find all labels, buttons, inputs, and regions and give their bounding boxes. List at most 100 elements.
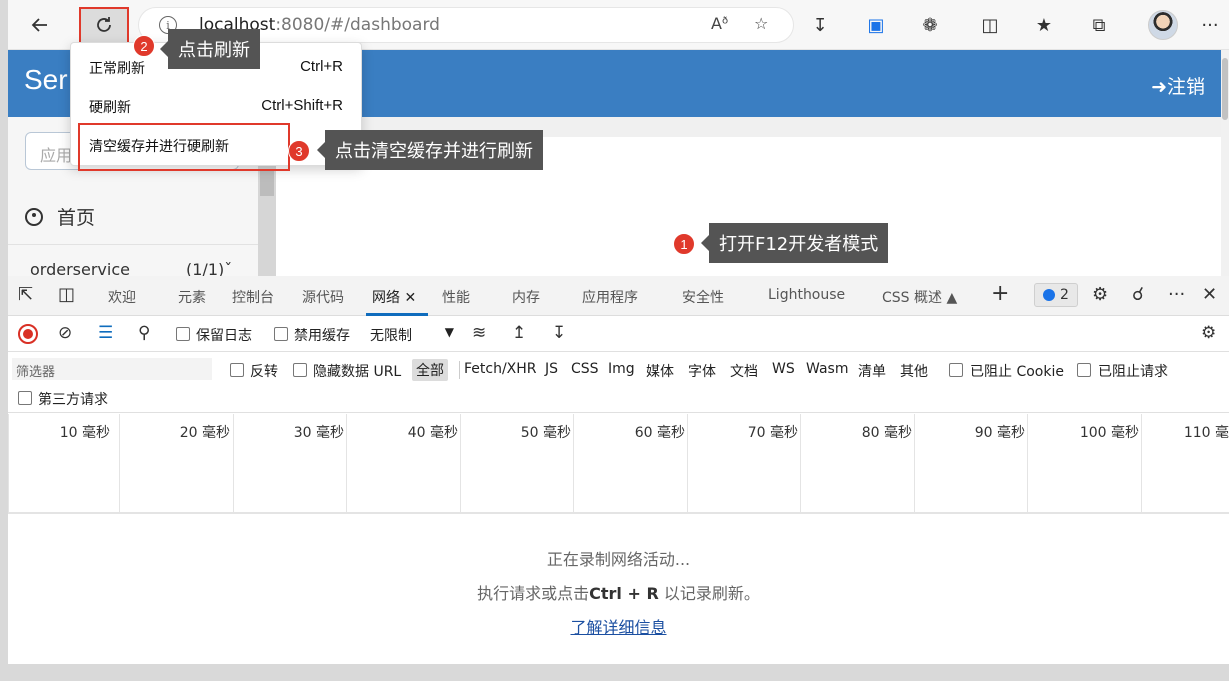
tick-label: 70 毫秒 — [747, 425, 798, 441]
tab-application[interactable]: 应用程序 — [582, 287, 638, 307]
profile-avatar[interactable] — [1148, 10, 1178, 40]
type-filter-css[interactable]: CSS — [571, 361, 599, 377]
third-party-label: 第三方请求 — [38, 392, 108, 408]
tab-console[interactable]: 控制台 — [232, 287, 274, 307]
devtools-tab-bar: ⇱ ◫ 欢迎 元素 控制台 源代码 网络 ✕ 性能 内存 应用程序 安全性 Li… — [8, 276, 1229, 316]
network-overview-timeline[interactable]: 10 毫秒 20 毫秒 30 毫秒 40 毫秒 50 毫秒 60 毫秒 70 毫… — [8, 414, 1229, 514]
type-filter-media[interactable]: 媒体 — [646, 361, 674, 381]
invert-label: 反转 — [250, 364, 278, 380]
upload-har-icon[interactable]: ↥ — [512, 323, 526, 343]
inspect-element-icon[interactable]: ⇱ — [18, 284, 33, 305]
wifi-conditions-icon[interactable]: ≋ — [472, 323, 486, 343]
type-filter-other[interactable]: 其他 — [900, 361, 928, 381]
menu-item-label: 正常刷新 — [89, 61, 145, 77]
type-filter-all[interactable]: 全部 — [412, 359, 448, 381]
refresh-icon — [97, 17, 111, 32]
filter-icon[interactable]: ☰ — [98, 323, 113, 343]
issues-count: 2 — [1060, 287, 1069, 303]
tab-network-label: 网络 — [372, 290, 400, 306]
extensions-puzzle-icon[interactable]: ❁ — [914, 9, 946, 41]
menu-item-hard-refresh[interactable]: 硬刷新 Ctrl+Shift+R — [71, 87, 363, 125]
grid-line — [687, 414, 688, 514]
invert-checkbox[interactable] — [230, 363, 244, 377]
download-har-icon[interactable]: ↧ — [552, 323, 566, 343]
blocked-requests-checkbox[interactable] — [1077, 363, 1091, 377]
read-aloud-icon[interactable]: Aᶞ — [711, 14, 729, 33]
dropdown-arrow-icon: ▼ — [444, 325, 454, 339]
page-scroll-thumb[interactable] — [1222, 58, 1228, 120]
record-button[interactable] — [18, 324, 38, 344]
extension-z-icon[interactable]: ▣ — [860, 9, 892, 41]
device-emulation-icon[interactable]: ◫ — [58, 284, 75, 305]
grid-line — [8, 414, 9, 514]
callout-tip-2: 点击刷新 — [160, 29, 260, 69]
type-filter-img[interactable]: Img — [608, 361, 635, 377]
third-party-checkbox[interactable] — [18, 391, 32, 405]
hide-data-url-checkbox[interactable] — [293, 363, 307, 377]
disable-cache-checkbox[interactable] — [274, 327, 288, 341]
dashboard-gauge-icon — [25, 207, 43, 226]
throttle-select[interactable]: 无限制 ▼ — [364, 322, 456, 346]
type-filter-font[interactable]: 字体 — [688, 361, 716, 381]
refresh-hint: 执行请求或点击Ctrl + R 以记录刷新。 — [477, 584, 760, 603]
type-filter-ws[interactable]: WS — [772, 361, 795, 377]
grid-line — [346, 414, 347, 514]
logout-label[interactable]: 注销 — [1167, 76, 1205, 98]
tab-elements[interactable]: 元素 — [178, 287, 206, 307]
tab-welcome[interactable]: 欢迎 — [108, 287, 136, 307]
favorite-add-icon[interactable]: ☆ — [754, 14, 768, 33]
preserve-log-label: 保留日志 — [196, 328, 252, 344]
sidebar-item-home[interactable]: 首页 — [25, 203, 95, 230]
callout-tip-3: 点击清空缓存并进行刷新 — [317, 130, 543, 170]
more-menu-icon[interactable]: ··· — [1194, 9, 1226, 41]
tab-css-overview-label: CSS 概述 — [882, 290, 942, 306]
callout-tip-1: 打开F12开发者模式 — [700, 223, 889, 263]
grid-line — [460, 414, 461, 514]
brand-title: Ser — [24, 64, 68, 95]
callout-badge-2: 2 — [133, 35, 155, 57]
search-icon[interactable]: ⚲ — [138, 323, 150, 343]
customize-devtools-icon[interactable]: ☌ — [1132, 284, 1144, 305]
logout-link[interactable]: ➜注销 — [1151, 72, 1205, 99]
menu-highlight-box — [78, 123, 290, 171]
more-options-icon[interactable]: ··· — [1168, 284, 1185, 305]
tab-security[interactable]: 安全性 — [682, 287, 724, 307]
settings-gear-icon[interactable]: ⚙ — [1092, 284, 1108, 305]
throttle-value: 无限制 — [370, 328, 412, 344]
blocked-cookies-checkbox[interactable] — [949, 363, 963, 377]
download-icon[interactable]: ↧ — [804, 9, 836, 41]
collections-icon[interactable]: ⧉ — [1083, 9, 1115, 41]
sidebar-scroll-thumb[interactable] — [260, 170, 274, 196]
grid-line — [573, 414, 574, 514]
sidebar-item-count[interactable]: (1/1)ˇ — [186, 260, 232, 276]
blocked-requests-label: 已阻止请求 — [1098, 364, 1168, 380]
tab-memory[interactable]: 内存 — [512, 287, 540, 307]
preserve-log-checkbox[interactable] — [176, 327, 190, 341]
tab-css-overview[interactable]: CSS 概述 ▲ — [882, 287, 957, 307]
type-filter-fetch-xhr[interactable]: Fetch/XHR — [464, 361, 537, 377]
split-screen-icon[interactable]: ◫ — [974, 9, 1006, 41]
back-button[interactable] — [24, 9, 56, 41]
filter-input[interactable]: 筛选器 — [12, 358, 212, 380]
tick-label: 80 毫秒 — [861, 425, 912, 441]
learn-more-link[interactable]: 了解详细信息 — [8, 614, 1229, 638]
tab-lighthouse[interactable]: Lighthouse — [768, 287, 845, 303]
type-filter-js[interactable]: JS — [545, 361, 558, 377]
tab-performance[interactable]: 性能 — [442, 287, 470, 307]
close-tab-icon[interactable]: ✕ — [404, 290, 416, 306]
tab-network[interactable]: 网络 ✕ — [372, 287, 416, 307]
network-settings-icon[interactable]: ⚙ — [1201, 323, 1216, 343]
type-filter-wasm[interactable]: Wasm — [806, 361, 848, 377]
favorites-icon[interactable]: ★ — [1028, 9, 1060, 41]
type-filter-manifest[interactable]: 清单 — [858, 361, 886, 381]
tab-sources[interactable]: 源代码 — [302, 287, 344, 307]
issues-badge[interactable]: 2 — [1034, 283, 1078, 307]
add-tab-icon[interactable]: + — [991, 281, 1009, 306]
refresh-button[interactable] — [88, 9, 120, 41]
clear-icon[interactable]: ⊘ — [58, 323, 72, 343]
network-toolbar: ⊘ ☰ ⚲ 保留日志 禁用缓存 无限制 ▼ ≋ ↥ ↧ ⚙ — [8, 316, 1229, 352]
tick-label: 100 毫秒 — [1079, 425, 1139, 441]
close-devtools-icon[interactable]: ✕ — [1202, 284, 1217, 305]
disable-cache-label: 禁用缓存 — [294, 328, 350, 344]
type-filter-doc[interactable]: 文档 — [730, 361, 758, 381]
